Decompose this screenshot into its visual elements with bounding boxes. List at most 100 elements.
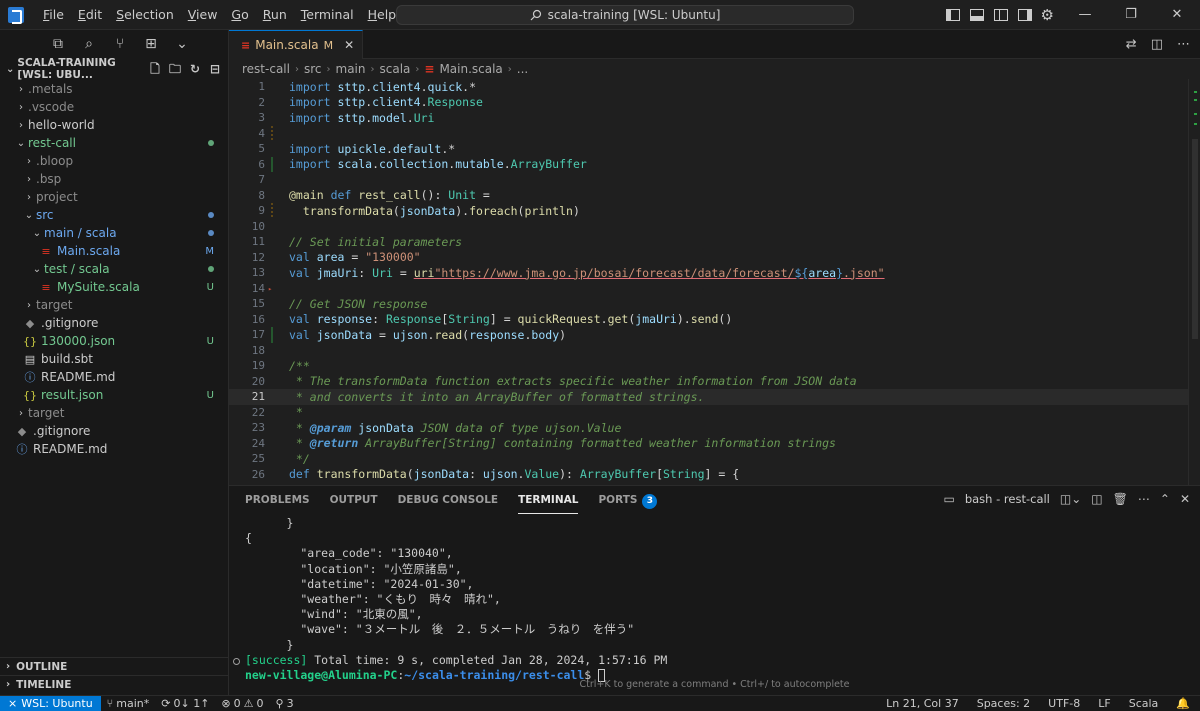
breadcrumb-item[interactable]: rest-call [242, 62, 290, 76]
tree-item[interactable]: ⌄ rest-call [0, 134, 228, 152]
close-panel-icon[interactable]: ✕ [1180, 492, 1190, 506]
git-gutter[interactable] [269, 172, 277, 188]
git-gutter[interactable]: ▸ [268, 281, 277, 297]
git-gutter[interactable] [269, 343, 277, 359]
tree-item[interactable]: ⌄ src [0, 206, 228, 224]
menu-edit[interactable]: Edit [71, 0, 109, 30]
git-gutter[interactable] [269, 296, 277, 312]
toggle-primary-sidebar-icon[interactable] [945, 9, 960, 21]
more-actions-icon[interactable]: ⋯ [1177, 37, 1190, 52]
cursor-position[interactable]: Ln 21, Col 37 [880, 697, 965, 710]
tree-item[interactable]: ≡ Main.scala M [0, 242, 228, 260]
tree-item[interactable]: › .bsp [0, 170, 228, 188]
remote-indicator[interactable]: ⨯ WSL: Ubuntu [0, 695, 101, 711]
toggle-secondary-sidebar-icon[interactable] [1017, 9, 1032, 21]
sync-indicator[interactable]: ⟳ 0↓ 1↑ [155, 697, 215, 710]
git-gutter[interactable] [269, 265, 277, 281]
git-gutter[interactable] [269, 156, 277, 172]
minimize-button[interactable]: — [1062, 0, 1108, 30]
tab-terminal[interactable]: TERMINAL [518, 486, 579, 514]
tree-item[interactable]: ≡ MySuite.scala U [0, 278, 228, 296]
git-gutter[interactable] [269, 95, 277, 111]
tree-item[interactable]: › .vscode [0, 98, 228, 116]
tree-item[interactable]: › hello-world [0, 116, 228, 134]
new-terminal-split-icon[interactable]: ◫⌄ [1060, 492, 1081, 506]
tree-item[interactable]: {} 130000.json U [0, 332, 228, 350]
close-window-button[interactable]: ✕ [1154, 0, 1200, 30]
breadcrumb-item[interactable]: Main.scala [439, 62, 502, 76]
menu-file[interactable]: File [36, 0, 71, 30]
scrollbar-thumb[interactable] [1192, 139, 1198, 339]
language-mode[interactable]: Scala [1123, 697, 1165, 710]
git-gutter[interactable] [269, 250, 277, 266]
split-editor-icon[interactable]: ◫ [1151, 37, 1163, 52]
tree-item[interactable]: › target [0, 404, 228, 422]
git-gutter[interactable] [269, 234, 277, 250]
git-gutter[interactable] [269, 451, 277, 467]
source-control-icon[interactable]: ⑂ [112, 36, 128, 52]
git-gutter[interactable] [269, 219, 277, 235]
menu-view[interactable]: View [181, 0, 225, 30]
toggle-split-icon[interactable] [993, 9, 1008, 21]
maximize-button[interactable]: ❐ [1108, 0, 1154, 30]
branch-indicator[interactable]: ⑂ main* [101, 697, 156, 710]
breadcrumb-item[interactable]: ... [517, 62, 528, 76]
code-editor[interactable]: 1 import sttp.client4.quick.* 2 import sttp… [229, 79, 1189, 485]
git-gutter[interactable] [269, 188, 277, 204]
indentation[interactable]: Spaces: 2 [971, 697, 1036, 710]
tree-item[interactable]: ⓘ README.md [0, 368, 228, 386]
git-gutter[interactable] [269, 110, 277, 126]
command-center[interactable]: scala-training [WSL: Ubuntu] [396, 5, 854, 25]
maximize-panel-icon[interactable]: ⌃ [1160, 492, 1170, 506]
tree-item[interactable]: ◆ .gitignore [0, 314, 228, 332]
git-gutter[interactable] [269, 312, 277, 328]
menu-selection[interactable]: Selection [109, 0, 181, 30]
command-decoration-icon[interactable] [233, 658, 240, 665]
more-views-chevron-icon[interactable]: ⌄ [174, 36, 190, 52]
git-gutter[interactable] [269, 420, 277, 436]
breadcrumb-item[interactable]: src [304, 62, 322, 76]
git-gutter[interactable] [269, 436, 277, 452]
tree-item[interactable]: ◆ .gitignore [0, 422, 228, 440]
search-view-icon[interactable]: ⌕ [81, 36, 97, 52]
tree-item[interactable]: › target [0, 296, 228, 314]
tree-item[interactable]: › project [0, 188, 228, 206]
new-file-icon[interactable]: 🗋 [148, 62, 162, 76]
git-gutter[interactable] [269, 467, 277, 483]
git-gutter[interactable] [269, 79, 277, 95]
git-gutter[interactable] [269, 405, 277, 421]
menu-terminal[interactable]: Terminal [294, 0, 361, 30]
outline-section[interactable]: › OUTLINE [0, 657, 228, 675]
git-gutter[interactable] [269, 327, 277, 343]
settings-gear-icon[interactable]: ⚙ [1041, 6, 1054, 24]
extensions-icon[interactable]: ⊞ [143, 36, 159, 52]
git-gutter[interactable] [269, 125, 277, 141]
tab-output[interactable]: OUTPUT [330, 486, 378, 514]
ports-indicator[interactable]: ⚲ 3 [270, 697, 300, 710]
tree-item[interactable]: ⌄ main / scala [0, 224, 228, 242]
trash-icon[interactable]: 🗑 [1113, 492, 1128, 506]
tree-item[interactable]: ⓘ README.md [0, 440, 228, 458]
split-terminal-icon[interactable]: ◫ [1091, 492, 1102, 506]
explorer-files-icon[interactable]: ⧉ [50, 36, 66, 52]
tree-item[interactable]: ⌄ test / scala [0, 260, 228, 278]
new-folder-icon[interactable]: 🗀 [168, 62, 182, 76]
git-gutter[interactable] [269, 389, 277, 405]
menu-go[interactable]: Go [224, 0, 255, 30]
close-icon[interactable]: ✕ [344, 38, 354, 52]
tab-main-scala[interactable]: ≡ Main.scala M ✕ [229, 30, 364, 59]
toggle-panel-icon[interactable] [969, 9, 984, 21]
problems-indicator[interactable]: ⊗ 0 ⚠ 0 [215, 697, 269, 710]
terminal-output[interactable]: }{ "area_code": "130040", "location": "小… [245, 516, 1185, 682]
tab-ports[interactable]: PORTS 3 [598, 486, 658, 514]
tree-item[interactable]: {} result.json U [0, 386, 228, 404]
notifications-bell-icon[interactable]: 🔔 [1170, 697, 1196, 710]
timeline-section[interactable]: › TIMELINE [0, 675, 228, 693]
encoding[interactable]: UTF-8 [1042, 697, 1086, 710]
menu-run[interactable]: Run [256, 0, 294, 30]
explorer-section-header[interactable]: ⌄ SCALA-TRAINING [WSL: UBU... 🗋 🗀 ↻ ⊟ [0, 57, 228, 81]
tab-problems[interactable]: PROBLEMS [245, 486, 310, 514]
tree-item[interactable]: › .metals [0, 80, 228, 98]
tree-item[interactable]: › .bloop [0, 152, 228, 170]
git-gutter[interactable] [269, 141, 277, 157]
